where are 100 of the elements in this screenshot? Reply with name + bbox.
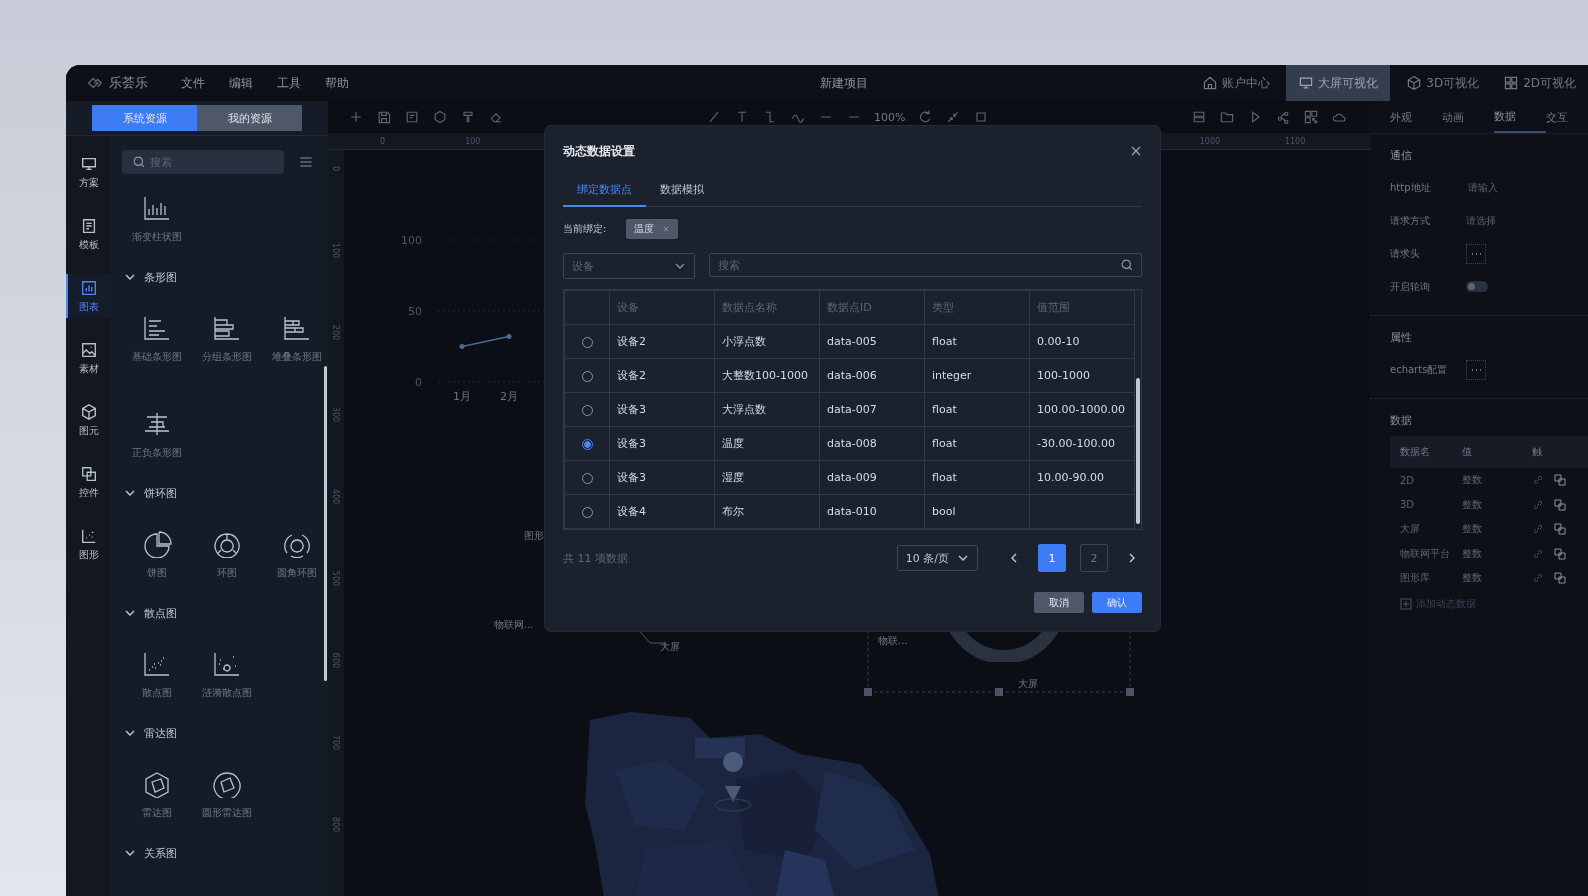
- total-count: 共 11 项数据: [563, 550, 628, 566]
- scrollbar[interactable]: [324, 366, 327, 681]
- zoom-level[interactable]: 100%: [874, 110, 906, 124]
- link-icon[interactable]: [1532, 523, 1544, 536]
- column-header: 设备: [609, 290, 715, 325]
- device-select[interactable]: 设备: [563, 253, 695, 279]
- link-icon[interactable]: [1532, 474, 1544, 487]
- group-title: 关系图: [144, 845, 177, 861]
- binding-label: 当前绑定:: [563, 222, 607, 236]
- resource-tab[interactable]: 我的资源: [197, 105, 302, 131]
- rail-item[interactable]: 图元: [66, 398, 110, 442]
- page-button[interactable]: 1: [1038, 544, 1066, 572]
- dialog-tab[interactable]: 数据模拟: [646, 182, 718, 207]
- panel-tab[interactable]: 交互: [1546, 102, 1588, 132]
- hexagon-icon[interactable]: [432, 109, 448, 125]
- resource-tab[interactable]: 系统资源: [92, 105, 197, 131]
- section-title: 通信: [1390, 148, 1413, 163]
- close-icon[interactable]: [1130, 145, 1142, 157]
- link-icon[interactable]: [1532, 498, 1544, 511]
- toggle-switch[interactable]: [1466, 281, 1488, 292]
- chart-type-item[interactable]: 散点图: [122, 630, 192, 700]
- more-button[interactable]: [1466, 359, 1486, 380]
- nav-tab[interactable]: 账户中心: [1190, 65, 1283, 101]
- data-point: [506, 334, 512, 340]
- rail-item[interactable]: 控件: [66, 460, 110, 504]
- table-cell-text: 整数: [1462, 546, 1483, 561]
- chart-type-item[interactable]: 环图: [192, 510, 262, 580]
- rail-item[interactable]: 素材: [66, 336, 110, 380]
- nav-tab[interactable]: 2D可视化: [1491, 65, 1588, 101]
- chart-type-item[interactable]: 分组条形图: [192, 294, 262, 364]
- chart-type-item[interactable]: 基础条形图: [122, 294, 192, 364]
- page-size-select[interactable]: 10 条/页: [896, 545, 978, 571]
- table-cell: data-005: [819, 324, 925, 359]
- copy-icon[interactable]: [1554, 547, 1566, 560]
- table-cell: 设备3: [609, 392, 715, 427]
- nav-tab[interactable]: 大屏可视化: [1286, 65, 1391, 101]
- rail-item[interactable]: 图表: [66, 274, 110, 318]
- table-cell-text: 整数: [1462, 473, 1483, 488]
- menu-item[interactable]: 编辑: [229, 74, 253, 92]
- overlap-squares-icon: [80, 464, 98, 483]
- chart-type-item[interactable]: 涟漪散点图: [192, 630, 262, 700]
- confirm-button[interactable]: 确认: [1092, 592, 1142, 613]
- copy-icon[interactable]: [1554, 498, 1566, 511]
- more-button[interactable]: [1466, 243, 1486, 264]
- cube-icon: [80, 402, 98, 421]
- table-cell: 设备4: [609, 494, 715, 529]
- radio-button[interactable]: [581, 438, 593, 450]
- chart-type-item[interactable]: 渐变柱状图: [122, 174, 192, 244]
- chart-type-item[interactable]: 正负条形图: [122, 390, 192, 460]
- panel-tab[interactable]: 动画: [1442, 102, 1494, 132]
- menu-item[interactable]: 工具: [277, 74, 301, 92]
- binding-tag[interactable]: 温度: [626, 219, 679, 239]
- plus-icon[interactable]: [348, 109, 364, 125]
- save-icon[interactable]: [376, 109, 392, 125]
- note-icon[interactable]: [404, 109, 420, 125]
- nav-tab[interactable]: 3D可视化: [1394, 65, 1492, 101]
- axis-label: 1月: [453, 390, 471, 403]
- chart-type-item[interactable]: 雷达图: [122, 750, 192, 820]
- qr-code-icon[interactable]: [1303, 109, 1320, 125]
- chart-type-item[interactable]: 堆叠条形图: [262, 294, 328, 364]
- field-label: echarts配置: [1390, 362, 1449, 377]
- panel-tab[interactable]: 数据: [1494, 101, 1546, 133]
- dialog-tab[interactable]: 绑定数据点: [563, 182, 646, 207]
- link-icon[interactable]: [1532, 572, 1544, 585]
- input-field[interactable]: 请输入: [1466, 181, 1550, 194]
- link-icon[interactable]: [1532, 547, 1544, 560]
- column-header: 值: [1462, 445, 1473, 459]
- scrollbar[interactable]: [1136, 378, 1140, 524]
- chart-type-item[interactable]: 圆角环图: [262, 510, 328, 580]
- column-header: 类型: [924, 290, 1030, 325]
- group-title: 散点图: [144, 605, 177, 621]
- table-cell: 设备3: [609, 426, 715, 461]
- rail-item[interactable]: 模板: [66, 212, 110, 256]
- ruler-label: 200: [331, 324, 341, 341]
- menu-item[interactable]: 帮助: [325, 74, 349, 92]
- copy-icon[interactable]: [1554, 474, 1566, 487]
- panel-tab[interactable]: 外观: [1390, 102, 1442, 132]
- table-cell-text: 大屏: [1400, 522, 1421, 537]
- copy-icon[interactable]: [1554, 572, 1566, 585]
- folder-icon[interactable]: [1219, 109, 1236, 125]
- page-button[interactable]: 2: [1080, 544, 1108, 572]
- rail-item[interactable]: 图形: [66, 522, 110, 566]
- search-field[interactable]: 搜索: [709, 253, 1142, 277]
- table-cell: 湿度: [714, 460, 820, 495]
- table-cell-text: 整数: [1462, 571, 1483, 586]
- menu-item[interactable]: 文件: [181, 74, 205, 92]
- section-title: 属性: [1390, 330, 1413, 345]
- rail-item[interactable]: 方案: [66, 150, 110, 194]
- table-cell: data-009: [819, 460, 925, 495]
- chart-label: 大屏: [660, 640, 680, 654]
- home-icon: [1202, 75, 1219, 91]
- copy-icon[interactable]: [1554, 523, 1566, 536]
- chart-type-item[interactable]: 圆形雷达图: [192, 750, 262, 820]
- chart-type-item[interactable]: 饼图: [122, 510, 192, 580]
- menu-icon[interactable]: [298, 154, 314, 170]
- axis-label: 50: [408, 305, 422, 318]
- select-field[interactable]: 请选择: [1466, 213, 1496, 228]
- search-icon: [1120, 258, 1134, 272]
- brush-icon[interactable]: [460, 109, 476, 125]
- cancel-button[interactable]: 取消: [1034, 592, 1084, 613]
